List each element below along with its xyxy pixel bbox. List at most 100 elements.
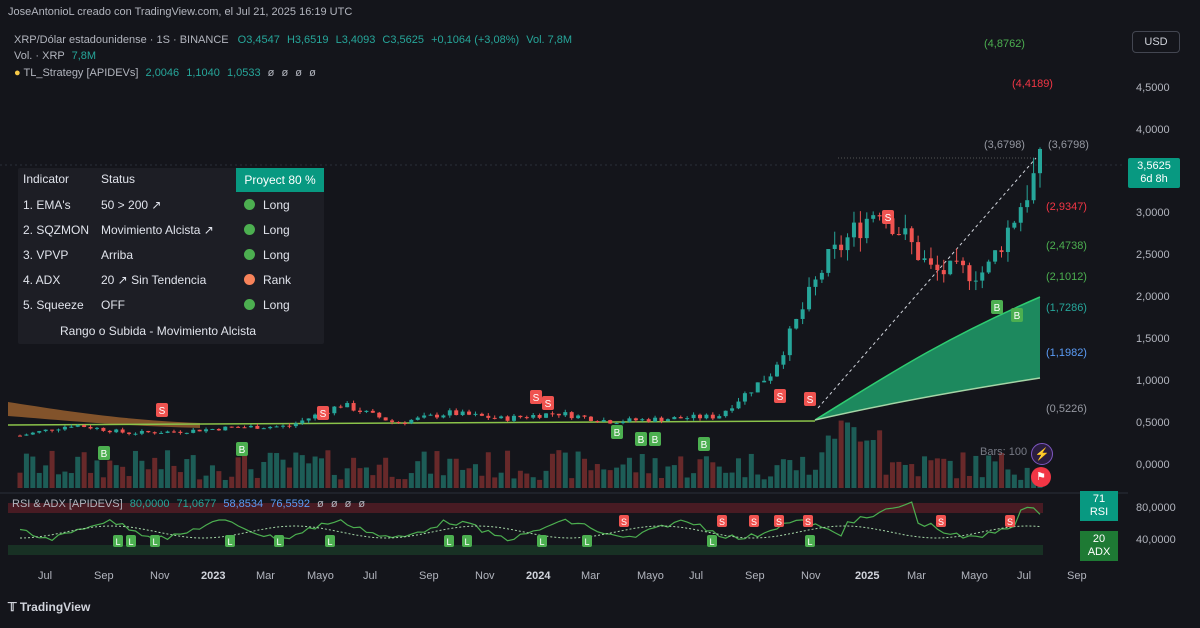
candle-body	[980, 272, 985, 281]
rsi-badge-label: RSI	[1089, 506, 1109, 518]
volume-bar	[209, 465, 215, 488]
rsi-legend-value: 76,5592	[270, 498, 310, 510]
volume-bar	[280, 459, 286, 488]
adx-badge-label: ADX	[1087, 546, 1111, 558]
sell-signal-marker-text: S	[885, 213, 892, 224]
volume-bar	[75, 456, 81, 488]
current-price-tag: 3,5625 6d 8h	[1128, 158, 1180, 188]
rsi-long-marker-text: L	[807, 537, 812, 547]
indicator-name: 5. Squeeze	[23, 298, 84, 312]
volume-bar	[684, 477, 690, 488]
candle-body	[749, 392, 754, 394]
volume-bar	[344, 468, 350, 488]
candle-body	[383, 417, 388, 421]
volume-bar	[710, 462, 716, 488]
candle-body	[1025, 200, 1030, 208]
time-axis-label: Nov	[150, 570, 170, 582]
volume-bar	[864, 440, 870, 488]
volume-bar	[62, 471, 68, 488]
candle-body	[582, 415, 587, 417]
volume-bar	[293, 452, 299, 488]
signal-dot-icon	[244, 274, 255, 285]
time-axis-label: Jul	[363, 570, 378, 582]
volume-bar	[447, 458, 453, 488]
candle-body	[114, 429, 119, 433]
volume-bar	[819, 452, 825, 488]
indicator-signal: Rank	[244, 269, 291, 291]
candle-body	[428, 414, 433, 416]
price-axis-label: 0,0000	[1136, 459, 1170, 471]
candle-body	[43, 429, 48, 432]
level-label: (1,7286)	[1046, 302, 1087, 314]
candle-body	[903, 228, 908, 235]
volume-bar	[588, 470, 594, 488]
flag-icon[interactable]: ⚑	[1031, 467, 1051, 487]
signal-text: Long	[263, 198, 290, 212]
volume-bar	[697, 459, 703, 488]
volume-bar	[902, 464, 908, 488]
rsi-long-marker-text: L	[276, 537, 281, 547]
candle-body	[30, 432, 35, 435]
candle-body	[1031, 173, 1036, 201]
volume-bar	[286, 467, 292, 488]
candle-body	[935, 264, 940, 271]
lightning-icon[interactable]: ⚡	[1031, 443, 1053, 465]
level-label: (2,9347)	[1046, 201, 1087, 213]
volume-bar	[614, 467, 620, 488]
volume-bar	[768, 476, 774, 488]
candle-body	[608, 420, 613, 424]
price-axis-label: 2,0000	[1136, 291, 1170, 303]
candle-body	[768, 376, 773, 381]
time-axis-label: Mayo	[961, 570, 988, 582]
volume-bar	[370, 475, 376, 488]
indicator-status: Arriba	[101, 248, 134, 262]
candle-body	[216, 428, 221, 431]
volume-bar	[825, 435, 831, 488]
candle-body	[152, 432, 157, 434]
footer-text: TradingView	[19, 600, 91, 614]
candle-body	[467, 411, 472, 415]
volume-bar	[883, 474, 889, 488]
time-axis-label: Sep	[94, 570, 114, 582]
candle-body	[184, 432, 189, 434]
candle-body	[313, 414, 318, 419]
candle-body	[851, 222, 856, 238]
time-axis-label: 2025	[855, 570, 880, 582]
table-summary: Rango o Subida - Movimiento Alcista	[18, 320, 324, 342]
volume-bar	[594, 464, 600, 488]
indicator-signal: Long	[244, 294, 290, 316]
volume-bar	[607, 470, 613, 488]
volume-bar	[812, 469, 818, 488]
rsi-legend[interactable]: RSI & ADX [APIDEVS] 80,0000 71,0677 58,8…	[12, 498, 365, 510]
volume-bar	[165, 450, 171, 488]
indicator-row: 1. EMA's 50 > 200 ↗ Long	[18, 194, 324, 216]
candle-body	[627, 418, 632, 422]
volume-bar	[562, 452, 568, 488]
buy-signal-marker-text: B	[701, 440, 708, 451]
candle-body	[300, 420, 305, 424]
candle-body	[396, 421, 401, 423]
bar-countdown: 6d 8h	[1140, 173, 1168, 185]
time-axis-label: Mar	[256, 570, 275, 582]
buy-signal-marker-text: B	[239, 445, 246, 456]
volume-bar	[49, 450, 55, 488]
volume-bar	[312, 456, 318, 488]
volume-bar	[832, 438, 838, 488]
candle-body	[159, 432, 164, 434]
volume-bar	[351, 457, 357, 488]
volume-bar	[877, 430, 883, 488]
candle-body	[434, 414, 439, 418]
volume-bar	[857, 441, 863, 488]
candle-body	[601, 420, 606, 422]
rsi-long-marker-text: L	[464, 537, 469, 547]
candle-body	[1012, 222, 1017, 228]
rsi-axis-label: 80,0000	[1136, 502, 1176, 514]
price-axis-label: 1,0000	[1136, 375, 1170, 387]
candle-body	[800, 309, 805, 319]
candle-body	[762, 380, 767, 383]
rsi-legend-value: 58,8534	[223, 498, 264, 510]
volume-bar	[537, 479, 543, 488]
volume-bar	[492, 477, 498, 488]
indicator-table: Indicator Status 1. EMA's 50 > 200 ↗ Long 2…	[18, 168, 324, 344]
candle-body	[261, 428, 266, 430]
